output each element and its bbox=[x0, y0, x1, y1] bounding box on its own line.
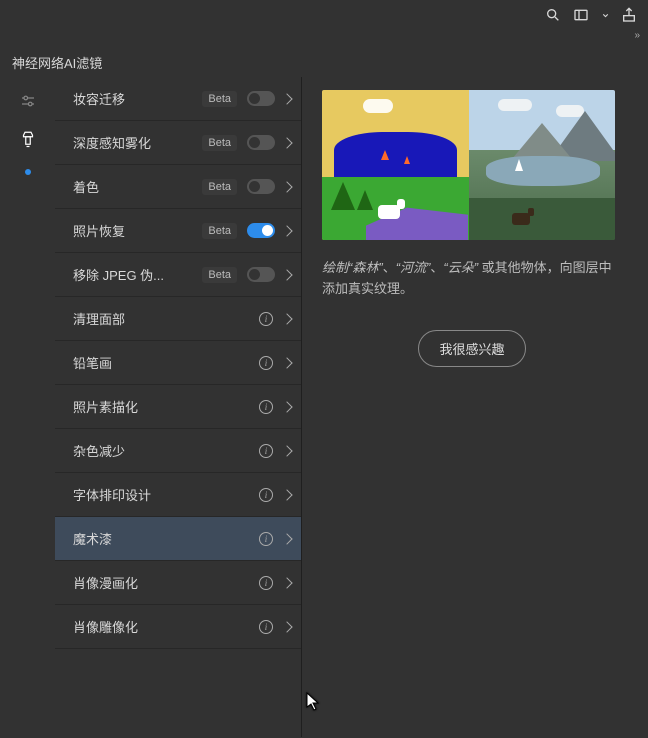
info-icon[interactable]: i bbox=[259, 576, 273, 590]
filter-label: 清理面部 bbox=[73, 309, 259, 328]
info-icon[interactable]: i bbox=[259, 532, 273, 546]
chevron-right-icon bbox=[281, 489, 292, 500]
filter-label: 杂色减少 bbox=[73, 441, 259, 460]
filter-item[interactable]: 照片素描化i bbox=[55, 385, 301, 429]
chevron-right-icon bbox=[281, 269, 292, 280]
filter-label: 着色 bbox=[73, 177, 202, 196]
filter-list: 妆容迁移Beta深度感知雾化Beta着色Beta照片恢复Beta移除 JPEG … bbox=[55, 77, 302, 737]
info-icon[interactable]: i bbox=[259, 400, 273, 414]
info-icon[interactable]: i bbox=[259, 312, 273, 326]
filter-item[interactable]: 深度感知雾化Beta bbox=[55, 121, 301, 165]
filter-label: 肖像雕像化 bbox=[73, 617, 259, 636]
info-icon[interactable]: i bbox=[259, 620, 273, 634]
beta-badge: Beta bbox=[202, 267, 237, 283]
filter-item[interactable]: 肖像漫画化i bbox=[55, 561, 301, 605]
filter-label: 照片素描化 bbox=[73, 397, 259, 416]
beta-badge: Beta bbox=[202, 179, 237, 195]
cursor-icon bbox=[306, 692, 322, 712]
chevron-right-icon bbox=[281, 137, 292, 148]
info-icon[interactable]: i bbox=[259, 488, 273, 502]
chevron-right-icon bbox=[281, 577, 292, 588]
chevron-right-icon bbox=[281, 445, 292, 456]
tab-adjustments[interactable] bbox=[18, 91, 38, 111]
filter-label: 照片恢复 bbox=[73, 221, 202, 240]
filter-toggle[interactable] bbox=[247, 223, 275, 238]
export-icon[interactable] bbox=[620, 6, 638, 24]
status-dot bbox=[25, 169, 31, 175]
filter-item[interactable]: 字体排印设计i bbox=[55, 473, 301, 517]
filter-item[interactable]: 魔术漆i bbox=[55, 517, 301, 561]
beta-badge: Beta bbox=[202, 91, 237, 107]
filter-item[interactable]: 肖像雕像化i bbox=[55, 605, 301, 649]
chevron-right-icon bbox=[281, 621, 292, 632]
search-icon[interactable] bbox=[544, 6, 562, 24]
info-icon[interactable]: i bbox=[259, 356, 273, 370]
filter-toggle[interactable] bbox=[247, 179, 275, 194]
filter-item[interactable]: 清理面部i bbox=[55, 297, 301, 341]
filter-label: 铅笔画 bbox=[73, 353, 259, 372]
filter-toggle[interactable] bbox=[247, 91, 275, 106]
filter-item[interactable]: 着色Beta bbox=[55, 165, 301, 209]
chevron-right-icon bbox=[281, 357, 292, 368]
filter-item[interactable]: 照片恢复Beta bbox=[55, 209, 301, 253]
filter-item[interactable]: 铅笔画i bbox=[55, 341, 301, 385]
overflow-icon[interactable]: » bbox=[634, 30, 640, 41]
filter-toggle[interactable] bbox=[247, 135, 275, 150]
panel-layout-icon[interactable] bbox=[572, 6, 590, 24]
info-icon[interactable]: i bbox=[259, 444, 273, 458]
beta-badge: Beta bbox=[202, 135, 237, 151]
chevron-right-icon bbox=[281, 313, 292, 324]
chevron-right-icon bbox=[281, 401, 292, 412]
chevron-right-icon bbox=[281, 93, 292, 104]
chevron-right-icon bbox=[281, 181, 292, 192]
filter-label: 深度感知雾化 bbox=[73, 133, 202, 152]
interest-button[interactable]: 我很感兴趣 bbox=[418, 330, 525, 367]
panel-title: 神经网络AI滤镜 bbox=[12, 53, 102, 72]
filter-item[interactable]: 移除 JPEG 伪...Beta bbox=[55, 253, 301, 297]
chevron-right-icon bbox=[281, 533, 292, 544]
filter-label: 肖像漫画化 bbox=[73, 573, 259, 592]
filter-item[interactable]: 杂色减少i bbox=[55, 429, 301, 473]
filter-label: 字体排印设计 bbox=[73, 485, 259, 504]
tab-neural-filters[interactable] bbox=[18, 129, 38, 149]
filter-item[interactable]: 妆容迁移Beta bbox=[55, 77, 301, 121]
filter-toggle[interactable] bbox=[247, 267, 275, 282]
filter-label: 妆容迁移 bbox=[73, 89, 202, 108]
filter-label: 魔术漆 bbox=[73, 529, 259, 548]
beta-badge: Beta bbox=[202, 223, 237, 239]
chevron-down-icon[interactable] bbox=[600, 6, 610, 24]
filter-description: 绘制“森林”、“河流”、“云朵” 或其他物体，向图层中添加真实纹理。 bbox=[322, 258, 622, 300]
chevron-right-icon bbox=[281, 225, 292, 236]
filter-label: 移除 JPEG 伪... bbox=[73, 265, 202, 284]
filter-preview-image bbox=[322, 90, 615, 240]
